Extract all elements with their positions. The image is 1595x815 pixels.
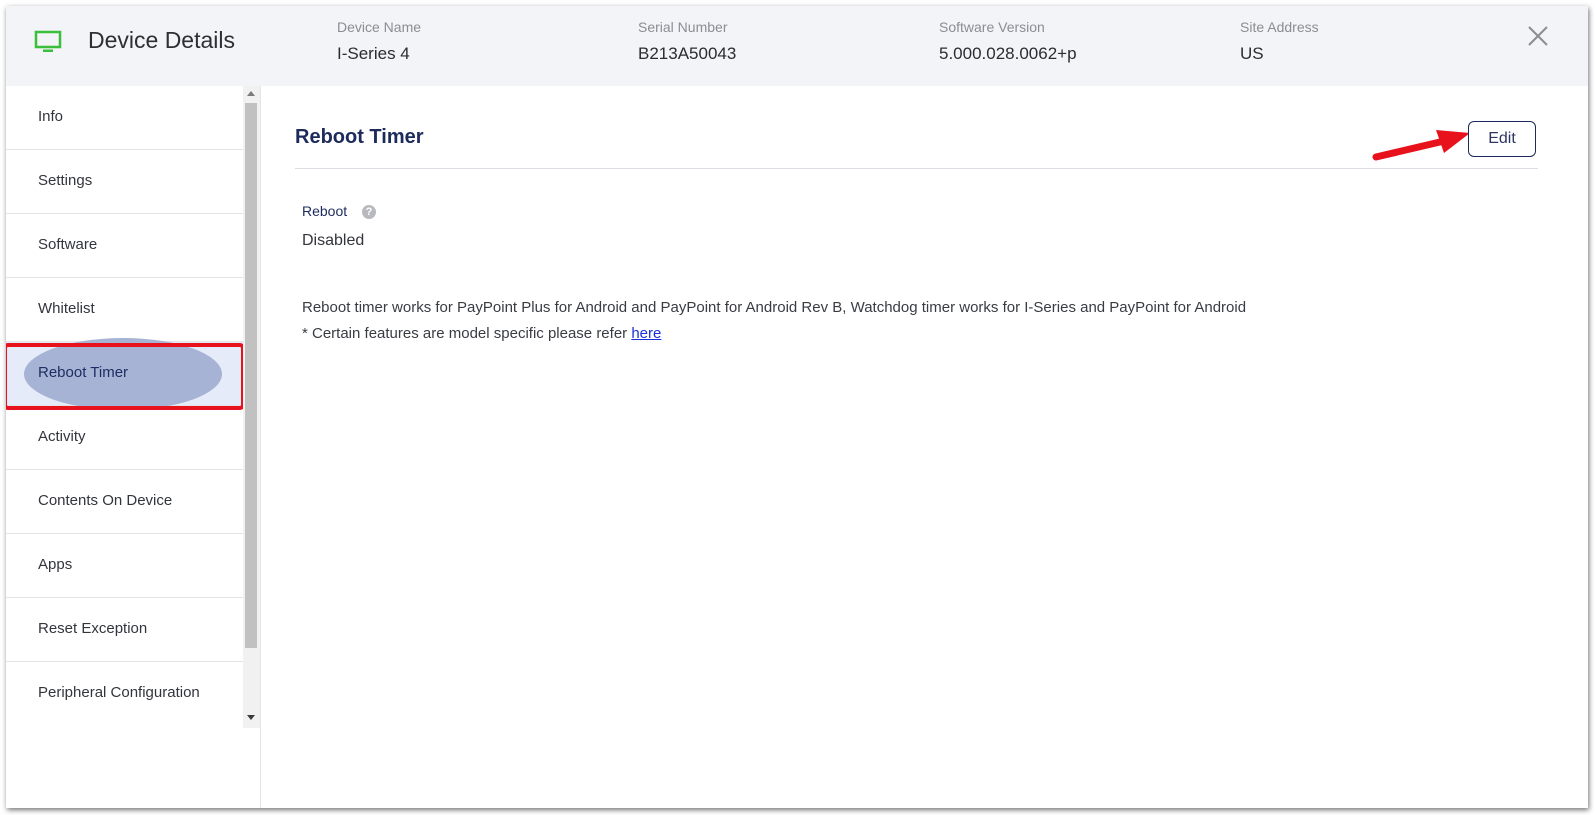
serial-number-value: B213A50043	[638, 44, 737, 63]
model-specific-note: * Certain features are model specific pl…	[302, 325, 661, 342]
sidebar-item-label: Activity	[38, 428, 86, 445]
sidebar-item-label: Reset Exception	[38, 620, 148, 637]
sidebar-item-label: Peripheral Configuration	[38, 684, 200, 701]
sidebar-item-label: Settings	[38, 172, 93, 189]
sidebar-item-reset-exception[interactable]: Reset Exception	[6, 598, 243, 662]
monitor-icon	[34, 30, 64, 59]
software-version-value: 5.000.028.0062+p	[939, 44, 1077, 63]
dialog-title: Device Details	[88, 27, 235, 53]
section-divider	[295, 168, 1538, 169]
sidebar-item-settings[interactable]: Settings	[6, 150, 243, 214]
annotation-arrow-icon	[1372, 130, 1470, 161]
sidebar-scrollbar[interactable]	[243, 86, 260, 728]
device-name-label: Device Name	[337, 19, 422, 35]
here-link[interactable]: here	[631, 325, 661, 342]
sidebar-item-label: Contents On Device	[38, 492, 173, 509]
serial-number-field: Serial Number B213A50043	[638, 19, 736, 64]
scroll-down-icon[interactable]	[247, 715, 255, 720]
reboot-field-label: Reboot	[302, 203, 348, 219]
main-content: Reboot Timer Edit Reboot ? Disabled Rebo…	[260, 86, 1588, 808]
sidebar-item-label: Apps	[38, 556, 73, 573]
site-address-field: Site Address US	[1240, 19, 1319, 64]
scroll-up-icon[interactable]	[247, 91, 255, 96]
site-address-value: US	[1240, 44, 1264, 63]
device-name-value: I-Series 4	[337, 44, 410, 63]
site-address-label: Site Address	[1240, 19, 1319, 35]
software-version-field: Software Version 5.000.028.0062+p	[939, 19, 1077, 64]
device-name-field: Device Name I-Series 4	[337, 19, 421, 64]
sidebar: Info Settings Software Whitelist Reboot …	[6, 86, 261, 808]
sidebar-item-apps[interactable]: Apps	[6, 534, 243, 598]
software-version-label: Software Version	[939, 19, 1045, 35]
scrollbar-thumb[interactable]	[245, 103, 257, 648]
help-icon[interactable]: ?	[362, 205, 376, 219]
sidebar-item-label: Info	[38, 108, 64, 125]
close-icon[interactable]	[1527, 25, 1549, 47]
reboot-field-value: Disabled	[302, 232, 365, 249]
sidebar-item-whitelist[interactable]: Whitelist	[6, 278, 243, 342]
sidebar-item-info[interactable]: Info	[6, 86, 243, 150]
sidebar-item-label: Whitelist	[38, 300, 95, 317]
dialog-header: Device Details Device Name I-Series 4 Se…	[6, 6, 1588, 86]
sidebar-item-software[interactable]: Software	[6, 214, 243, 278]
edit-button[interactable]: Edit	[1468, 121, 1536, 157]
sidebar-item-contents-on-device[interactable]: Contents On Device	[6, 470, 243, 534]
sidebar-item-peripheral-configuration[interactable]: Peripheral Configuration	[6, 662, 243, 726]
sidebar-item-activity[interactable]: Activity	[6, 406, 243, 470]
annotation-highlight-box	[6, 343, 245, 410]
compatibility-note: Reboot timer works for PayPoint Plus for…	[302, 299, 1247, 316]
section-title: Reboot Timer	[295, 126, 424, 148]
device-details-dialog: Device Details Device Name I-Series 4 Se…	[6, 6, 1588, 808]
serial-number-label: Serial Number	[638, 19, 728, 35]
model-specific-note-text: * Certain features are model specific pl…	[302, 325, 632, 342]
sidebar-item-label: Software	[38, 236, 98, 253]
